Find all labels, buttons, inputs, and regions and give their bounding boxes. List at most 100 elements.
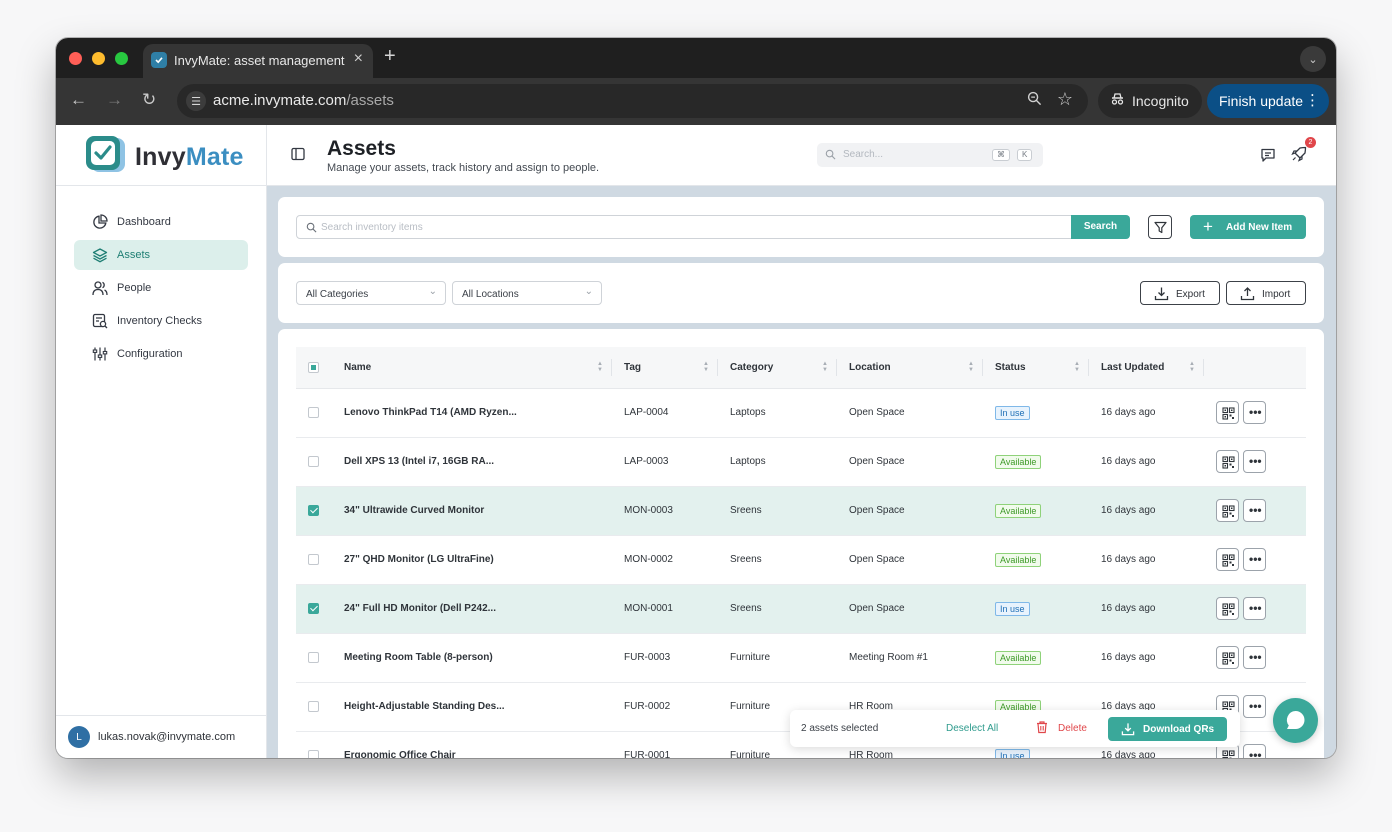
asset-name[interactable]: Height-Adjustable Standing Des... (332, 682, 612, 732)
notification-count-badge: 2 (1305, 137, 1316, 148)
column-header-location[interactable]: Location ▲ ▼ (837, 347, 983, 389)
search-button[interactable]: Search (1071, 215, 1130, 239)
asset-name[interactable]: Lenovo ThinkPad T14 (AMD Ryzen... (332, 388, 612, 438)
window-minimize-button[interactable] (92, 52, 105, 65)
sidebar-item-dashboard[interactable]: Dashboard (74, 207, 248, 237)
asset-tag: FUR-0002 (612, 682, 718, 732)
forward-arrow-icon[interactable]: → (106, 90, 123, 110)
column-header-status[interactable]: Status ▲ ▼ (983, 347, 1089, 389)
category-select[interactable]: All Categories ⌄ (296, 281, 446, 305)
status-badge: Available (995, 503, 1042, 518)
messages-icon[interactable] (1260, 147, 1276, 163)
sidebar-toggle-icon[interactable] (291, 147, 305, 161)
reload-icon[interactable]: ↻ (142, 90, 156, 110)
row-checkbox[interactable] (308, 553, 319, 565)
select-all-checkbox[interactable] (308, 361, 319, 373)
browser-tab-strip: InvyMate: asset management × + ⌄ (56, 38, 1336, 78)
sort-icon[interactable]: ▲ ▼ (1074, 361, 1080, 373)
sidebar-item-configuration[interactable]: Configuration (74, 339, 248, 369)
row-checkbox[interactable] (308, 651, 319, 663)
row-select-cell (296, 584, 332, 634)
sort-icon[interactable]: ▲ ▼ (968, 361, 974, 373)
table-row[interactable]: Dell XPS 13 (Intel i7, 16GB RA... LAP-000… (296, 437, 1306, 487)
asset-name[interactable]: Dell XPS 13 (Intel i7, 16GB RA... (332, 437, 612, 487)
support-chat-button[interactable] (1273, 698, 1318, 743)
sort-icon[interactable]: ▲ ▼ (822, 361, 828, 373)
browser-tab-active[interactable]: InvyMate: asset management × (143, 44, 373, 78)
brand-logo[interactable]: InvyMate (56, 125, 267, 186)
address-bar[interactable]: ☰ acme.invymate.com/assets ☆ (177, 84, 1088, 118)
row-more-button[interactable]: ••• (1243, 744, 1266, 758)
asset-name[interactable]: Meeting Room Table (8-person) (332, 633, 612, 683)
browser-menu-icon[interactable]: ⋮ (1305, 91, 1320, 109)
notifications-rocket-icon[interactable] (1291, 146, 1307, 162)
sort-icon[interactable]: ▲ ▼ (597, 361, 603, 373)
row-more-button[interactable]: ••• (1243, 597, 1266, 620)
export-button[interactable]: Export (1140, 281, 1220, 305)
row-select-cell (296, 535, 332, 585)
qr-code-button[interactable] (1216, 401, 1239, 424)
column-header-last-updated[interactable]: Last Updated ▲ ▼ (1089, 347, 1204, 389)
qr-code-button[interactable] (1216, 597, 1239, 620)
asset-name[interactable]: 34" Ultrawide Curved Monitor (332, 486, 612, 536)
window-zoom-button[interactable] (115, 52, 128, 65)
window-close-button[interactable] (69, 52, 82, 65)
bookmark-star-icon[interactable]: ☆ (1057, 89, 1073, 110)
row-more-button[interactable]: ••• (1243, 450, 1266, 473)
sort-icon[interactable]: ▲ ▼ (1189, 361, 1195, 373)
delete-selected-button[interactable]: Delete (1058, 723, 1087, 734)
table-row[interactable]: 34" Ultrawide Curved Monitor MON-0003 Sree… (296, 486, 1306, 536)
filter-button[interactable] (1148, 215, 1172, 239)
qr-code-button[interactable] (1216, 450, 1239, 473)
qr-code-button[interactable] (1216, 548, 1239, 571)
row-checkbox[interactable] (308, 602, 319, 614)
column-header-name[interactable]: Name ▲ ▼ (332, 347, 612, 389)
inventory-search-input[interactable]: Search inventory items (296, 215, 1072, 239)
user-account[interactable]: L lukas.novak@invymate.com (56, 715, 267, 758)
global-search-input[interactable]: Search... ⌘ K (817, 143, 1043, 167)
table-row[interactable]: Meeting Room Table (8-person) FUR-0003 Fur… (296, 633, 1306, 683)
table-row[interactable]: 27" QHD Monitor (LG UltraFine) MON-0002 Sr… (296, 535, 1306, 585)
row-checkbox[interactable] (308, 455, 319, 467)
location-select[interactable]: All Locations ⌄ (452, 281, 602, 305)
row-checkbox[interactable] (308, 504, 319, 516)
chevron-down-icon: ⌄ (428, 286, 437, 297)
sidebar-item-inventory-checks[interactable]: Inventory Checks (74, 306, 248, 336)
new-tab-plus-icon[interactable]: + (384, 45, 396, 68)
asset-name[interactable]: 24" Full HD Monitor (Dell P242... (332, 584, 612, 634)
table-row[interactable]: 24" Full HD Monitor (Dell P242... MON-000… (296, 584, 1306, 634)
qr-code-button[interactable] (1216, 646, 1239, 669)
row-more-button[interactable]: ••• (1243, 499, 1266, 522)
site-settings-icon[interactable]: ☰ (186, 91, 206, 111)
row-checkbox[interactable] (308, 700, 319, 712)
trash-icon[interactable] (1035, 720, 1049, 734)
row-more-button[interactable]: ••• (1243, 401, 1266, 424)
column-header-category[interactable]: Category ▲ ▼ (718, 347, 837, 389)
row-more-button[interactable]: ••• (1243, 695, 1266, 718)
column-header-tag[interactable]: Tag ▲ ▼ (612, 347, 718, 389)
sort-icon[interactable]: ▲ ▼ (703, 361, 709, 373)
row-more-button[interactable]: ••• (1243, 548, 1266, 571)
incognito-indicator[interactable]: Incognito (1098, 84, 1202, 118)
qr-code-button[interactable] (1216, 499, 1239, 522)
asset-name[interactable]: 27" QHD Monitor (LG UltraFine) (332, 535, 612, 585)
add-new-item-button[interactable]: + Add New Item (1190, 215, 1306, 239)
sidebar-item-people[interactable]: People (74, 273, 248, 303)
tab-close-icon[interactable]: × (354, 50, 363, 68)
finish-update-button[interactable]: Finish update ⋮ (1207, 84, 1329, 118)
download-qrs-button[interactable]: Download QRs (1108, 717, 1227, 741)
address-url[interactable]: acme.invymate.com/assets (213, 92, 394, 109)
sidebar-item-assets[interactable]: Assets (74, 240, 248, 270)
zoom-magnifier-icon[interactable] (1027, 91, 1042, 110)
back-arrow-icon[interactable]: ← (70, 90, 87, 110)
asset-name[interactable]: Ergonomic Office Chair (332, 731, 612, 758)
row-more-button[interactable]: ••• (1243, 646, 1266, 669)
row-checkbox[interactable] (308, 406, 319, 418)
import-button[interactable]: Import (1226, 281, 1306, 305)
tab-search-chevron-icon[interactable]: ⌄ (1300, 46, 1326, 72)
deselect-all-button[interactable]: Deselect All (946, 723, 998, 734)
row-checkbox[interactable] (308, 749, 319, 758)
asset-status-cell: Available (983, 633, 1089, 683)
avatar[interactable]: L (68, 726, 90, 748)
table-row[interactable]: Lenovo ThinkPad T14 (AMD Ryzen... LAP-000… (296, 388, 1306, 438)
